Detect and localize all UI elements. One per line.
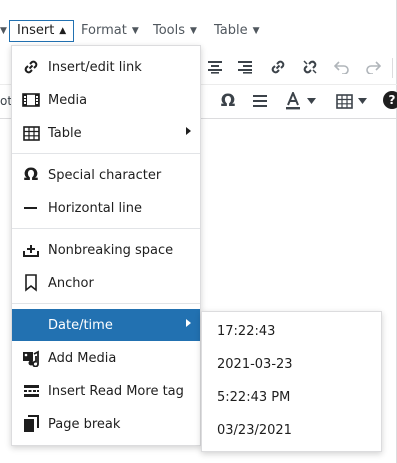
menu-insert-label: Insert bbox=[17, 23, 55, 38]
menu-item-label: Table bbox=[48, 125, 82, 141]
menu-item-insert-edit-link[interactable]: Insert/edit link bbox=[12, 51, 200, 83]
date-time-submenu: 17:22:43 2021-03-23 5:22:43 PM 03/23/202… bbox=[201, 311, 382, 452]
menu-item-label: Add Media bbox=[48, 350, 117, 366]
menu-divider bbox=[12, 228, 200, 229]
read-more-icon bbox=[21, 381, 41, 401]
link-icon[interactable] bbox=[266, 55, 290, 79]
menu-item-table[interactable]: Table bbox=[12, 117, 200, 149]
redo-icon[interactable] bbox=[361, 55, 385, 79]
menubar: Insert ▲ Format ▼ Tools ▼ Table ▼ bbox=[0, 17, 397, 45]
insert-menu: Insert/edit link Media Table Ω Special c… bbox=[11, 45, 201, 446]
menu-item-label: Date/time bbox=[48, 317, 113, 333]
add-media-icon bbox=[21, 348, 41, 368]
menu-divider bbox=[12, 153, 200, 154]
menu-item-page-break[interactable]: Page break bbox=[12, 408, 200, 440]
menu-tools-label: Tools bbox=[153, 23, 186, 38]
caret-down-icon: ▼ bbox=[131, 26, 139, 36]
menu-item-insert-read-more-tag[interactable]: Insert Read More tag bbox=[12, 375, 200, 407]
nonbreaking-space-icon bbox=[21, 240, 41, 260]
film-icon bbox=[21, 90, 41, 110]
omega-icon: Ω bbox=[23, 165, 39, 185]
menu-item-media[interactable]: Media bbox=[12, 84, 200, 116]
align-center-icon[interactable] bbox=[203, 55, 227, 79]
menu-tools[interactable]: Tools ▼ bbox=[146, 20, 204, 42]
page-break-icon bbox=[21, 414, 41, 434]
menu-item-label: Media bbox=[48, 92, 88, 108]
chevron-down-icon[interactable] bbox=[355, 89, 369, 113]
editor-frame: ▼ Insert ▲ Format ▼ Tools ▼ Table ▼ ot Ω… bbox=[0, 0, 397, 463]
menu-item-label: Horizontal line bbox=[48, 200, 142, 216]
menu-format[interactable]: Format ▼ bbox=[74, 20, 146, 42]
table-icon bbox=[21, 123, 41, 143]
date-format-option[interactable]: 17:22:43 bbox=[202, 315, 381, 348]
menu-item-add-media[interactable]: Add Media bbox=[12, 342, 200, 374]
text-color-icon[interactable] bbox=[281, 89, 305, 113]
special-character-icon[interactable]: Ω bbox=[216, 89, 240, 113]
menu-item-label: Special character bbox=[48, 167, 162, 183]
bookmark-icon bbox=[21, 273, 41, 293]
chevron-down-icon[interactable] bbox=[304, 89, 318, 113]
blank-icon bbox=[21, 315, 41, 335]
menu-divider bbox=[12, 303, 200, 304]
menu-item-nonbreaking-space[interactable]: Nonbreaking space bbox=[12, 234, 200, 266]
menu-item-label: Nonbreaking space bbox=[48, 242, 174, 258]
date-format-option[interactable]: 2021-03-23 bbox=[202, 348, 381, 381]
menu-table-label: Table bbox=[214, 23, 248, 38]
horizontal-line-icon bbox=[21, 198, 41, 218]
caret-down-icon: ▼ bbox=[252, 26, 260, 36]
menu-format-label: Format bbox=[81, 23, 127, 38]
align-right-icon[interactable] bbox=[233, 55, 257, 79]
menu-item-horizontal-line[interactable]: Horizontal line bbox=[12, 192, 200, 224]
link-icon bbox=[21, 57, 41, 77]
date-format-option[interactable]: 03/23/2021 bbox=[202, 414, 381, 447]
menu-item-date-time[interactable]: Date/time bbox=[12, 309, 200, 341]
caret-down-icon: ▼ bbox=[190, 26, 197, 36]
horizontal-line-icon[interactable] bbox=[248, 89, 272, 113]
help-icon[interactable]: ? bbox=[383, 91, 397, 109]
menu-item-label: Anchor bbox=[48, 275, 94, 291]
menu-item-anchor[interactable]: Anchor bbox=[12, 267, 200, 299]
toolbar-divider bbox=[392, 58, 393, 78]
date-format-option[interactable]: 5:22:43 PM bbox=[202, 381, 381, 414]
caret-up-icon: ▲ bbox=[59, 26, 67, 36]
submenu-arrow-icon bbox=[186, 319, 191, 327]
submenu-arrow-icon bbox=[186, 127, 191, 135]
menu-item-special-character[interactable]: Ω Special character bbox=[12, 159, 200, 191]
menu-table[interactable]: Table ▼ bbox=[207, 20, 267, 42]
menu-insert[interactable]: Insert ▲ bbox=[9, 20, 75, 42]
menu-item-label: Page break bbox=[48, 416, 121, 432]
menu-item-label: Insert Read More tag bbox=[48, 383, 184, 399]
menu-item-label: Insert/edit link bbox=[48, 59, 142, 75]
undo-icon[interactable] bbox=[330, 55, 354, 79]
table-icon[interactable] bbox=[332, 89, 356, 113]
unlink-icon[interactable] bbox=[298, 55, 322, 79]
